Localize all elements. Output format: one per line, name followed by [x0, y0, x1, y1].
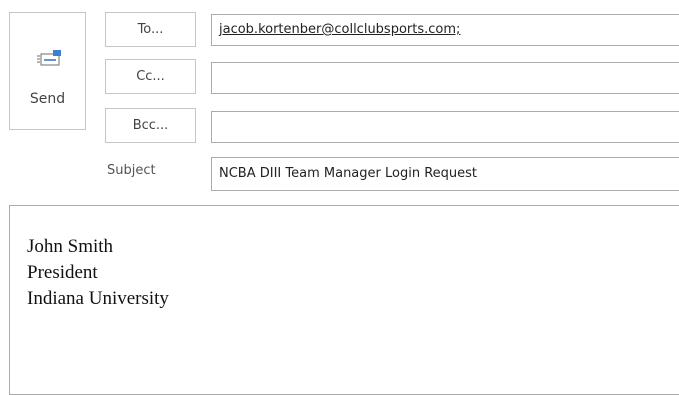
send-icon	[37, 49, 63, 69]
subject-field[interactable]: NCBA DIII Team Manager Login Request	[211, 157, 679, 191]
bcc-field[interactable]	[211, 111, 679, 143]
to-recipient[interactable]: jacob.kortenber@collclubsports.com;	[219, 22, 460, 37]
signature-organization: Indiana University	[27, 288, 169, 309]
send-label: Send	[29, 91, 66, 107]
signature-name: John Smith	[27, 236, 114, 257]
signature-title: President	[27, 262, 98, 283]
bcc-button[interactable]: Bcc...	[105, 108, 196, 143]
to-field[interactable]: jacob.kortenber@collclubsports.com;	[211, 14, 679, 46]
subject-label: Subject	[107, 163, 156, 178]
message-body[interactable]: John Smith President Indiana University	[9, 205, 679, 395]
cc-button[interactable]: Cc...	[105, 59, 196, 94]
send-button[interactable]: Send	[9, 12, 86, 130]
to-button[interactable]: To...	[105, 12, 196, 47]
signature: John Smith President Indiana University	[27, 234, 169, 312]
cc-field[interactable]	[211, 62, 679, 94]
